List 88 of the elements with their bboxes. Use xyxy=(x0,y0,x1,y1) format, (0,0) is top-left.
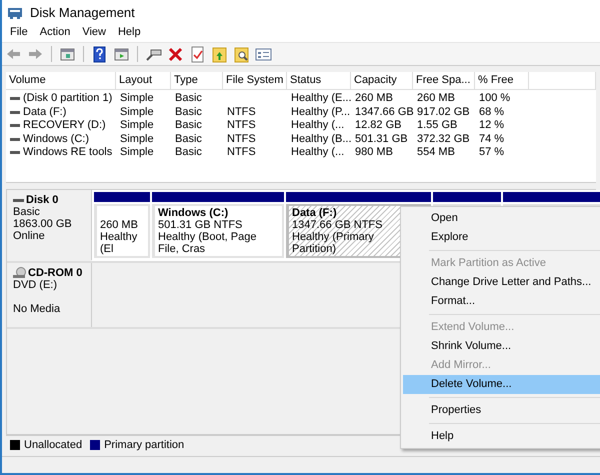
menu-item[interactable]: Change Drive Letter and Paths... xyxy=(403,273,600,292)
table-cell: Basic xyxy=(175,92,202,106)
table-cell: NTFS xyxy=(227,119,256,132)
table-cell: 1.55 GB xyxy=(417,119,458,132)
menu-item[interactable]: Format... xyxy=(403,292,600,311)
table-cell: 74 % xyxy=(479,132,504,146)
table-cell: NTFS xyxy=(227,106,256,119)
table-cell: Simple xyxy=(120,132,154,146)
partition-detail: Healthy (El xyxy=(100,231,138,255)
column-header[interactable]: File System xyxy=(223,72,287,90)
menu-item[interactable]: Properties xyxy=(403,401,600,420)
menu-item[interactable]: View xyxy=(76,24,112,42)
legend-label: Primary partition xyxy=(104,439,184,451)
volume-name[interactable]: Data (F:) xyxy=(23,106,66,119)
table-cell: Healthy (E... xyxy=(291,92,352,106)
disk-detail: 1863.00 GB xyxy=(13,218,73,230)
table-cell: Healthy (P... xyxy=(291,106,350,119)
table-cell: NTFS xyxy=(227,132,256,146)
delete-icon[interactable] xyxy=(167,46,184,62)
partition-detail: Healthy (Primary Partition) xyxy=(292,231,375,255)
help-icon[interactable] xyxy=(91,46,108,62)
column-header[interactable]: Status xyxy=(287,72,351,90)
table-cell: 372.32 GB xyxy=(417,132,470,146)
menu-item[interactable]: File xyxy=(4,24,34,42)
volume-name[interactable]: (Disk 0 partition 1) xyxy=(23,92,112,106)
column-header[interactable]: Volume xyxy=(6,72,116,90)
partition-detail: 1347.66 GB NTFS xyxy=(292,219,384,231)
partition-title: Data (F:) xyxy=(292,207,338,219)
disk-name[interactable]: Disk 0 xyxy=(26,194,58,206)
table-cell: 12.82 GB xyxy=(355,119,402,132)
table-cell: 57 % xyxy=(479,146,504,160)
partition-detail: 260 MB xyxy=(100,219,139,231)
checklist-icon[interactable] xyxy=(189,46,206,62)
table-cell: Basic xyxy=(175,146,202,160)
folder-search-icon[interactable] xyxy=(233,46,250,62)
partition-block[interactable]: 260 MB Healthy (El xyxy=(94,204,150,258)
table-cell: 1347.66 GB xyxy=(355,106,414,119)
properties-icon[interactable] xyxy=(255,46,272,62)
table-cell: Simple xyxy=(120,119,154,132)
column-header[interactable]: Type xyxy=(171,72,223,90)
table-cell: Healthy (... xyxy=(291,146,344,160)
column-header[interactable]: Free Spa... xyxy=(413,72,475,90)
cd-drive-icon xyxy=(13,267,26,279)
table-cell: 12 % xyxy=(479,119,504,132)
table-cell: Simple xyxy=(120,146,154,160)
table-cell: 260 MB xyxy=(417,92,455,106)
window-title: Disk Management xyxy=(30,4,135,20)
partition-title: Windows (C:) xyxy=(158,207,230,219)
disk-detail: DVD (E:) xyxy=(13,279,58,291)
menu-item[interactable]: Shrink Volume... xyxy=(403,337,600,356)
table-cell: Simple xyxy=(120,92,154,106)
column-header[interactable]: % Free xyxy=(475,72,529,90)
table-cell: Simple xyxy=(120,106,154,119)
table-cell: 980 MB xyxy=(355,146,393,160)
column-header[interactable]: Capacity xyxy=(351,72,413,90)
menu-item[interactable]: Help xyxy=(112,24,147,42)
volume-name[interactable]: Windows RE tools xyxy=(23,146,112,160)
partition-bar xyxy=(94,192,150,202)
window-icon[interactable] xyxy=(59,46,76,62)
table-cell: 100 % xyxy=(479,92,510,106)
partition-detail: Healthy (Boot, Page File, Cras xyxy=(158,231,258,255)
play-window-icon[interactable] xyxy=(113,46,130,62)
disk-detail: Basic xyxy=(13,206,41,218)
table-cell: Basic xyxy=(175,132,202,146)
table-cell: 917.02 GB xyxy=(417,106,470,119)
table-cell: 554 MB xyxy=(417,146,455,160)
volume-name[interactable]: RECOVERY (D:) xyxy=(23,119,106,132)
empty-column-header xyxy=(529,72,596,90)
partition-bar xyxy=(433,192,501,202)
table-cell: NTFS xyxy=(227,146,256,160)
table-cell: Healthy (B... xyxy=(291,132,352,146)
table-cell: 501.31 GB xyxy=(355,132,408,146)
menu-item[interactable]: Action xyxy=(34,24,76,42)
menu-item[interactable]: Delete Volume... xyxy=(403,375,600,394)
table-cell: 260 MB xyxy=(355,92,393,106)
volume-name[interactable]: Windows (C:) xyxy=(23,132,90,146)
menu-item[interactable]: Help xyxy=(403,427,600,446)
disk-name[interactable]: CD-ROM 0 xyxy=(28,267,82,279)
legend-label: Unallocated xyxy=(24,439,82,451)
table-cell: Healthy (... xyxy=(291,119,344,132)
partition-detail: 501.31 GB NTFS xyxy=(158,219,244,231)
column-header[interactable]: Layout xyxy=(116,72,171,90)
table-cell: Basic xyxy=(175,106,202,119)
media-status: No Media xyxy=(13,303,62,315)
table-cell: 68 % xyxy=(479,106,504,119)
table-cell: Basic xyxy=(175,119,202,132)
disk-detail: Online xyxy=(13,230,46,242)
partition-block[interactable]: Windows (C:) 501.31 GB NTFS Healthy (Boot, Page File, Cras xyxy=(152,204,284,258)
